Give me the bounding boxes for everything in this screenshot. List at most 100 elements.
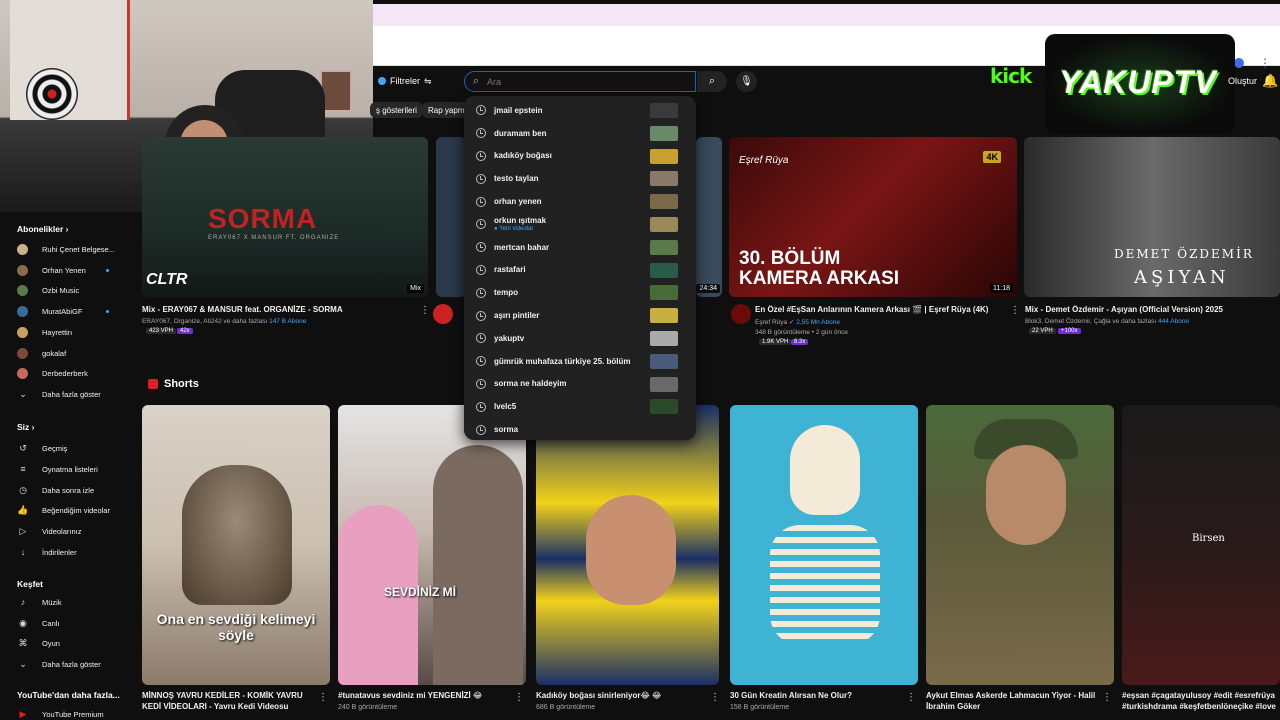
profile-icon[interactable] (1234, 58, 1244, 68)
short-title[interactable]: MİNNOŞ YAVRU KEDİLER - KOMİK YAVRU KEDİ … (142, 690, 312, 714)
video-views: 348 B görüntüleme • 2 gün önce (755, 329, 848, 336)
more-options-icon[interactable]: ⋮ (710, 692, 720, 703)
sidebar-sub-orhan[interactable]: Orhan Yenen (17, 262, 127, 278)
suggestion-item[interactable]: gümrük muhafaza türkiye 25. bölüm (464, 350, 696, 373)
sidebar-item-live[interactable]: ◉ Canlı (17, 615, 127, 631)
suggestion-item[interactable]: duramam ben (464, 122, 696, 145)
more-options-icon[interactable]: ⋮ (514, 692, 524, 703)
chevron-right-icon: › (31, 422, 35, 432)
video-thumbnail[interactable]: DEMET ÖZDEMİR AŞIYAN (1024, 137, 1280, 297)
suggestion-item[interactable]: sorma (464, 418, 696, 441)
create-button[interactable]: Oluştur (1228, 76, 1257, 86)
search-input[interactable] (487, 76, 677, 87)
youtube-premium-icon: ▶ (19, 708, 27, 719)
sidebar-item-downloads[interactable]: ↓ İndirilenler (17, 544, 127, 560)
short-title[interactable]: Aykut Elmas Askerde Lahmacun Yiyor - Hal… (926, 690, 1098, 714)
channel-name[interactable]: Eşref Rüya (755, 319, 787, 326)
suggestion-item[interactable]: orhan yenen (464, 190, 696, 213)
video-thumbnail[interactable]: SORMA ERAY067 X MANSUR FT. ORGANIZE CLTR… (142, 137, 428, 297)
show-more-explore[interactable]: ⌄ Daha fazla göster (17, 656, 127, 672)
suggestion-item[interactable]: tempo (464, 281, 696, 304)
history-icon (476, 264, 486, 275)
sidebar-item-premium[interactable]: ▶ YouTube Premium (17, 706, 127, 720)
more-options-icon[interactable]: ⋮ (420, 305, 430, 316)
search-button[interactable]: ⌕ (697, 71, 727, 92)
suggestion-thumbnail (650, 262, 678, 278)
avatar (17, 305, 28, 317)
sidebar-item-history[interactable]: ↺ Geçmiş (17, 440, 127, 456)
suggestion-thumbnail (650, 216, 678, 232)
sidebar-sub-ozbi[interactable]: Ozbi Music (17, 282, 127, 298)
short-thumbnail[interactable] (536, 405, 719, 685)
suggestion-item[interactable]: jmail epstein (464, 99, 696, 122)
suggestion-item[interactable]: mertcan bahar (464, 236, 696, 259)
short-thumbnail[interactable] (730, 405, 918, 685)
video-thumbnail[interactable]: 24:34 (696, 137, 722, 297)
sidebar-sub-murat[interactable]: MuratAbiGF (17, 303, 127, 319)
explore-header: Keşfet (17, 579, 43, 589)
sidebar-item-label: MuratAbiGF (42, 306, 83, 316)
suggestion-thumbnail (650, 308, 678, 324)
filters-button[interactable]: Filtreler ⇋ (378, 72, 432, 90)
suggestion-item[interactable]: sorma ne haldeyim (464, 373, 696, 396)
short-thumbnail[interactable]: Birsen (1122, 405, 1280, 685)
chevron-down-icon: ⌄ (19, 388, 27, 399)
chip-shows[interactable]: ş gösterileri (370, 102, 423, 118)
suggestion-thumbnail (650, 103, 678, 118)
suggestion-thumbnail (650, 171, 678, 187)
more-options-icon[interactable]: ⋮ (318, 692, 328, 703)
sidebar-item-gaming[interactable]: ⌘ Oyun (17, 635, 127, 651)
history-icon (476, 356, 486, 367)
suggestion-label: duramam ben (494, 128, 547, 138)
more-options-icon[interactable]: ⋮ (1010, 305, 1020, 316)
video-title[interactable]: Mix - ERAY067 & MANSUR feat. ORGANİZE - … (142, 305, 417, 314)
sidebar-sub-derbederberk[interactable]: Derbederberk (17, 365, 127, 381)
short-thumbnail[interactable] (926, 405, 1114, 685)
notifications-bell-icon[interactable]: 🔔 (1262, 73, 1278, 89)
suggestion-item[interactable]: rastafari (464, 259, 696, 282)
video-title[interactable]: Mix - Demet Özdemir - Aşıyan (Official V… (1025, 305, 1275, 314)
sidebar-item-your-videos[interactable]: ▷ Videolarınız (17, 523, 127, 539)
video-thumbnail[interactable]: Eşref Rüya 4K 30. BÖLÜM KAMERA ARKASI 11… (729, 137, 1017, 297)
history-icon (476, 196, 486, 207)
sidebar-item-label: İndirilenler (42, 547, 77, 557)
filters-label: Filtreler (390, 76, 421, 86)
video-title[interactable]: En Özel #EşSan Anlarının Kamera Arkası 🎬… (755, 305, 1000, 314)
short-thumbnail[interactable]: Ona en sevdiği kelimeyi söyle (142, 405, 330, 685)
show-more-subscriptions[interactable]: ⌄ Daha fazla göster (17, 386, 127, 402)
suggestion-item[interactable]: kadıköy boğası (464, 145, 696, 168)
suggestion-item[interactable]: orkun ışıtmak ● Yeni videolar (464, 213, 696, 236)
more-options-icon[interactable]: ⋮ (906, 692, 916, 703)
history-icon (476, 242, 486, 253)
subscriptions-header[interactable]: Abonelikler › (17, 224, 69, 234)
sidebar-sub-hayrettin[interactable]: Hayrettin (17, 324, 127, 340)
short-title[interactable]: Kadıköy boğası sinirleniyor😂 😂 (536, 690, 706, 702)
new-videos-note: ● Yeni videolar (494, 226, 534, 233)
search-box[interactable]: ⌕ (464, 71, 696, 92)
suggestion-item[interactable]: yakuptv (464, 327, 696, 350)
channel-avatar[interactable] (433, 304, 453, 324)
short-thumbnail[interactable]: SEVDİNİZ Mİ (338, 405, 526, 685)
sidebar-item-watch-later[interactable]: ◷ Daha sonra izle (17, 482, 127, 498)
sidebar-item-playlists[interactable]: ≡ Oynatma listeleri (17, 461, 127, 477)
short-title[interactable]: #tunatavus sevdiniz mi YENGENİZİ 😂 (338, 690, 508, 702)
video-thumbnail[interactable] (436, 137, 466, 297)
voice-search-button[interactable]: 🎙 (736, 71, 757, 92)
short-title[interactable]: #eşsan #çagatayulusoy #edit #esrefrüya #… (1122, 690, 1278, 714)
suggestion-item[interactable]: aşırı pintiler (464, 304, 696, 327)
sidebar-sub-ruhi[interactable]: Ruhi Çenet Belgese... (17, 241, 127, 257)
yakuptv-logo-overlay: YAKUPTV (1045, 34, 1235, 134)
playlist-icon: ≡ (20, 464, 26, 474)
suggestion-item[interactable]: testo taylan (464, 167, 696, 190)
you-header[interactable]: Siz › (17, 422, 35, 432)
suggestion-thumbnail (650, 194, 678, 210)
sidebar-item-music[interactable]: ♪ Müzik (17, 594, 127, 610)
channel-avatar[interactable] (731, 304, 751, 324)
new-videos-label: Yeni videolar (499, 226, 534, 233)
short-title[interactable]: 30 Gün Kreatin Alırsan Ne Olur? (730, 690, 900, 702)
menu-icon[interactable]: ⋮ (1258, 56, 1272, 70)
sidebar-item-liked[interactable]: 👍 Beğendiğim videolar (17, 502, 127, 518)
suggestion-item[interactable]: lvelc5 (464, 395, 696, 418)
sidebar-sub-gokalaf[interactable]: gokalaf (17, 345, 127, 361)
more-options-icon[interactable]: ⋮ (1102, 692, 1112, 703)
